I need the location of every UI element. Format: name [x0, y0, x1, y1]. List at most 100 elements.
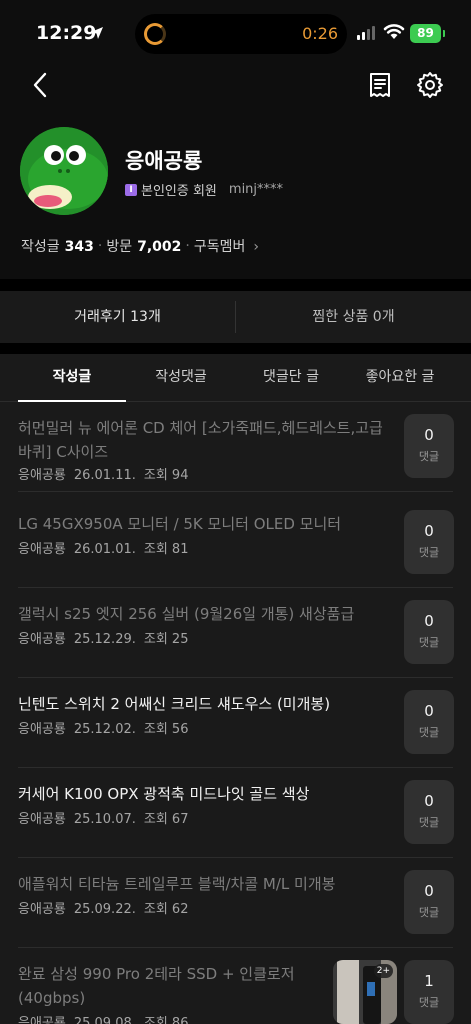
posts-stat[interactable]: 작성글 343 — [21, 236, 94, 256]
post-date: 25.10.07. — [73, 812, 136, 827]
comment-count-box[interactable]: 0 댓글 — [404, 780, 454, 844]
comment-count-box[interactable]: 0 댓글 — [404, 600, 454, 664]
location-arrow-icon — [91, 27, 103, 39]
chevron-right-icon: › — [253, 239, 259, 255]
comment-count-box[interactable]: 0 댓글 — [404, 414, 454, 478]
comment-label: 댓글 — [418, 450, 440, 463]
post-meta: 응애공룡 26.01.01. 조회 81 — [18, 538, 188, 557]
verify-text: 본인인증 회원 — [141, 184, 217, 199]
divider — [18, 491, 453, 492]
trade-summary: 거래후기 13개 찜한 상품 0개 — [0, 291, 471, 343]
comment-count: 0 — [424, 702, 434, 720]
nickname: 응애공룡 — [125, 149, 203, 173]
list-item[interactable]: 커세어 K100 OPX 광적축 미드나잇 골드 색상 응애공룡 25.10.07… — [0, 768, 471, 858]
visits-label: 방문 — [106, 239, 133, 255]
post-meta: 응애공룡 26.01.11. 조회 94 — [18, 464, 188, 483]
comment-count-box[interactable]: 0 댓글 — [404, 690, 454, 754]
receipt-icon[interactable] — [366, 70, 394, 100]
posts-count: 343 — [64, 239, 94, 255]
wishlist-button[interactable]: 찜한 상품 0개 — [236, 291, 471, 343]
comment-label: 댓글 — [418, 546, 440, 559]
gear-icon[interactable] — [415, 70, 445, 100]
list-item[interactable]: LG 45GX950A 모니터 / 5K 모니터 OLED 모니터 응애공룡 26… — [0, 498, 471, 588]
post-views: 조회 94 — [143, 468, 189, 483]
post-date: 25.12.02. — [73, 722, 136, 737]
comment-count: 0 — [424, 792, 434, 810]
post-title: LG 45GX950A 모니터 / 5K 모니터 OLED 모니터 — [18, 515, 342, 533]
post-views: 조회 67 — [143, 812, 189, 827]
avatar[interactable] — [20, 127, 108, 215]
post-views: 조회 86 — [143, 1016, 189, 1024]
post-title: 닌텐도 스위치 2 어쌔신 크리드 섀도우스 (미개봉) — [18, 695, 331, 713]
list-item[interactable]: 닌텐도 스위치 2 어쌔신 크리드 섀도우스 (미개봉) 응애공룡 25.12.0… — [0, 678, 471, 768]
tab-my-posts[interactable]: 작성글 — [18, 354, 126, 402]
comment-count-box[interactable]: 0 댓글 — [404, 510, 454, 574]
post-meta: 응애공룡 25.12.02. 조회 56 — [18, 718, 188, 737]
dinosaur-avatar-icon — [20, 127, 108, 215]
trade-reviews-button[interactable]: 거래후기 13개 — [0, 291, 235, 343]
comment-label: 댓글 — [418, 726, 440, 739]
comment-label: 댓글 — [418, 636, 440, 649]
post-views: 조회 25 — [143, 632, 189, 647]
post-title: 애플워치 티타늄 트레일루프 블랙/차콜 M/L 미개봉 — [18, 875, 336, 893]
post-author: 응애공룡 — [18, 542, 66, 557]
post-date: 26.01.11. — [73, 468, 136, 483]
post-meta: 응애공룡 25.12.29. 조회 25 — [18, 628, 188, 647]
post-date: 25.12.29. — [73, 632, 136, 647]
stats-dot: · — [97, 238, 103, 254]
list-item[interactable]: 허먼밀러 뉴 에어론 CD 체어 [소가죽패드,헤드레스트,고급바퀴] C사이즈… — [0, 402, 471, 492]
post-author: 응애공룡 — [18, 902, 66, 917]
comment-count-box[interactable]: 1 댓글 — [404, 960, 454, 1024]
visits-count: 7,002 — [137, 239, 182, 255]
dynamic-island[interactable]: 0:26 — [135, 14, 347, 54]
post-author: 응애공룡 — [18, 1016, 66, 1024]
content-tabs: 작성글 작성댓글 댓글단 글 좋아요한 글 — [0, 354, 471, 402]
battery-indicator: 89 — [410, 24, 445, 43]
profile-stats: 작성글 343 · 방문 7,002 · 구독멤버 › — [21, 236, 259, 256]
posts-label: 작성글 — [21, 239, 60, 255]
post-title: 커세어 K100 OPX 광적축 미드나잇 골드 색상 — [18, 785, 310, 803]
tab-commented-posts[interactable]: 댓글단 글 — [236, 354, 346, 402]
post-meta: 응애공룡 25.09.22. 조회 62 — [18, 898, 188, 917]
user-id: minj**** — [228, 182, 284, 197]
comment-label: 댓글 — [418, 996, 440, 1009]
post-author: 응애공룡 — [18, 632, 66, 647]
comment-count: 0 — [424, 426, 434, 444]
post-meta: 응애공룡 25.10.07. 조회 67 — [18, 808, 188, 827]
back-icon[interactable] — [26, 70, 56, 100]
post-author: 응애공룡 — [18, 722, 66, 737]
status-bar: 12:29 0:26 89 — [0, 0, 471, 66]
post-date: 25.09.22. — [73, 902, 136, 917]
subscribers-link[interactable]: 구독멤버 › — [194, 236, 259, 256]
post-thumbnail[interactable]: 2+ — [333, 960, 397, 1024]
list-item[interactable]: 완료 삼성 990 Pro 2테라 SSD + 인클로저(40gbps) 응애공… — [0, 948, 471, 1024]
comment-label: 댓글 — [418, 816, 440, 829]
post-date: 26.01.01. — [73, 542, 136, 557]
comment-count: 0 — [424, 612, 434, 630]
tab-my-comments[interactable]: 작성댓글 — [126, 354, 236, 402]
post-list: 허먼밀러 뉴 에어론 CD 체어 [소가죽패드,헤드레스트,고급바퀴] C사이즈… — [0, 402, 471, 1024]
post-date: 25.09.08. — [73, 1016, 136, 1024]
post-views: 조회 56 — [143, 722, 189, 737]
verified-badge-icon: I — [125, 183, 137, 196]
wifi-icon — [383, 24, 405, 39]
subscribers-label: 구독멤버 — [193, 239, 246, 255]
post-title: 갤럭시 s25 엣지 256 실버 (9월26일 개통) 새상품급 — [18, 605, 355, 623]
verification-row: I 본인인증 회원 minj**** — [125, 180, 283, 199]
comment-count-box[interactable]: 0 댓글 — [404, 870, 454, 934]
list-item[interactable]: 애플워치 티타늄 트레일루프 블랙/차콜 M/L 미개봉 응애공룡 25.09.2… — [0, 858, 471, 948]
status-time: 12:29 — [36, 22, 97, 44]
post-meta: 응애공룡 25.09.08. 조회 86 — [18, 1012, 188, 1024]
post-title: 완료 삼성 990 Pro 2테라 SSD + 인클로저(40gbps) — [18, 965, 295, 1007]
post-views: 조회 62 — [143, 902, 189, 917]
top-nav — [0, 66, 471, 106]
visits-stat: 방문 7,002 — [106, 236, 181, 256]
tab-liked-posts[interactable]: 좋아요한 글 — [346, 354, 454, 402]
stats-dot: · — [185, 238, 190, 254]
timer-ring-icon — [144, 23, 166, 45]
comment-count: 0 — [424, 522, 434, 540]
list-item[interactable]: 갤럭시 s25 엣지 256 실버 (9월26일 개통) 새상품급 응애공룡 25… — [0, 588, 471, 678]
image-count-badge: 2+ — [373, 964, 393, 978]
post-views: 조회 81 — [143, 542, 189, 557]
post-title: 허먼밀러 뉴 에어론 CD 체어 [소가죽패드,헤드레스트,고급바퀴] C사이즈 — [18, 419, 383, 461]
